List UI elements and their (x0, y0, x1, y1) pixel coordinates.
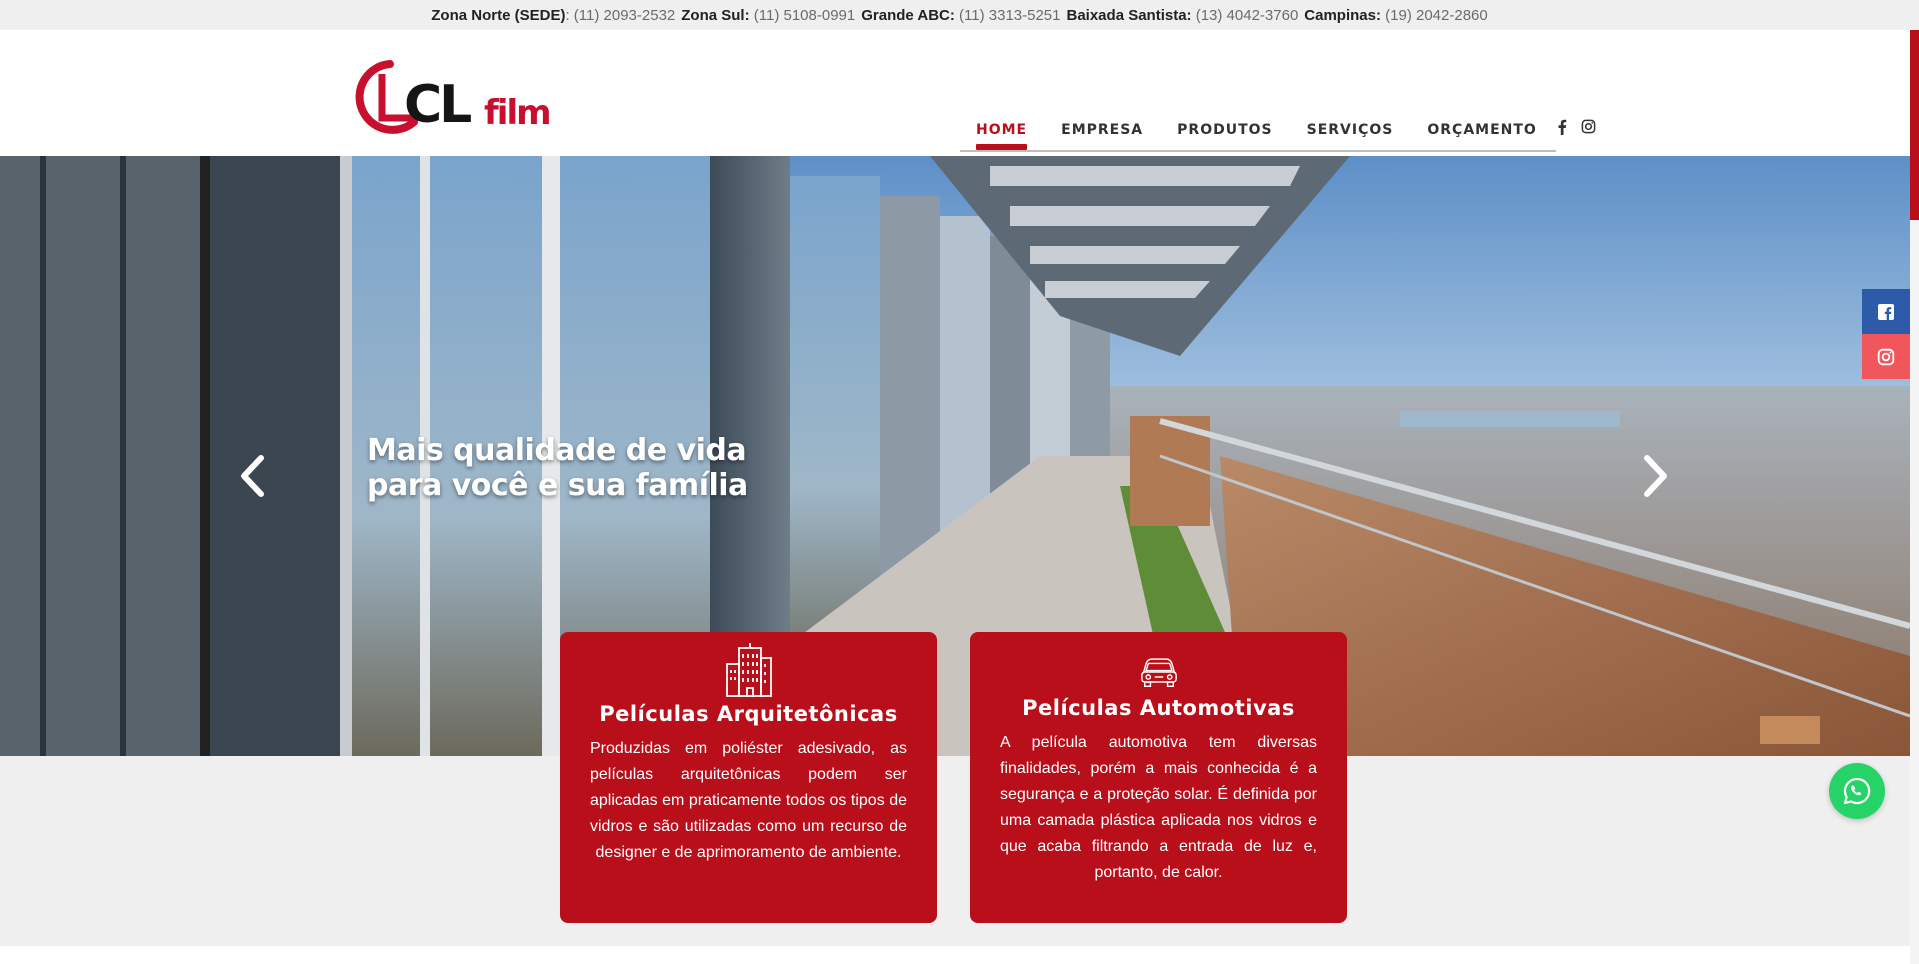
chevron-left-icon (241, 455, 264, 497)
slider-prev-button[interactable] (232, 446, 272, 506)
phone-entry: Zona Norte (SEDE): (11) 2093-2532 (431, 6, 676, 24)
instagram-icon (1877, 348, 1895, 365)
nav-item-home[interactable]: HOME (976, 90, 1028, 150)
phone-bar: Zona Norte (SEDE): (11) 2093-2532 Zona S… (0, 0, 1919, 30)
instagram-icon[interactable] (1581, 119, 1596, 134)
floating-facebook-button[interactable] (1862, 289, 1910, 334)
nav-item-produtos[interactable]: PRODUTOS (1177, 90, 1272, 150)
card-title: Películas Automotivas (1022, 696, 1295, 720)
facebook-icon[interactable] (1557, 119, 1567, 135)
buildings-icon (725, 643, 772, 697)
main-nav: HOME EMPRESA PRODUTOS SERVIÇOS ORÇAMENTO (960, 90, 1596, 152)
card-title: Películas Arquitetônicas (599, 702, 898, 726)
slider-next-button[interactable] (1636, 446, 1676, 506)
phone-entry: Zona Sul: (11) 5108-0991 (681, 6, 856, 24)
scrollbar-thumb[interactable] (1910, 30, 1919, 220)
phone-entry: Baixada Santista: (13) 4042-3760 (1066, 6, 1299, 24)
nav-item-empresa[interactable]: EMPRESA (1061, 90, 1143, 150)
page: Zona Norte (SEDE): (11) 2093-2532 Zona S… (0, 0, 1919, 964)
services-section (0, 756, 1910, 946)
svg-text:CL: CL (404, 75, 471, 135)
svg-text:film: film (484, 93, 550, 133)
site-header: CL film HOME EMPRESA PRODUTOS SERVIÇOS O… (0, 30, 1919, 156)
card-text: Produzidas em poliéster adesivado, as pe… (590, 740, 907, 861)
facebook-square-icon (1878, 303, 1894, 320)
floating-instagram-button[interactable] (1862, 334, 1910, 379)
hero-slider: Mais qualidade de vida para você e sua f… (0, 156, 1910, 756)
card-automotivas[interactable]: Películas Automotivas A película automot… (970, 632, 1347, 923)
phone-entry: Campinas: (19) 2042-2860 (1304, 6, 1488, 24)
whatsapp-icon (1843, 777, 1871, 805)
page-scrollbar[interactable] (1910, 30, 1919, 964)
card-arquitetonicas[interactable]: Películas Arquitetônicas Produzidas em p… (560, 632, 937, 923)
chevron-right-icon (1644, 455, 1667, 497)
nav-social (1557, 90, 1596, 135)
hero-image (0, 156, 1910, 756)
hero-title: Mais qualidade de vida para você e sua f… (367, 433, 748, 503)
clfilm-logo[interactable]: CL film (352, 60, 567, 135)
whatsapp-button[interactable] (1829, 763, 1885, 819)
car-icon (1140, 658, 1177, 687)
nav-item-orcamento[interactable]: ORÇAMENTO (1427, 90, 1536, 150)
card-text: A película automotiva tem diversas final… (1000, 734, 1317, 881)
phone-entry: Grande ABC: (11) 3313-5251 (861, 6, 1061, 24)
nav-item-servicos[interactable]: SERVIÇOS (1307, 90, 1394, 150)
